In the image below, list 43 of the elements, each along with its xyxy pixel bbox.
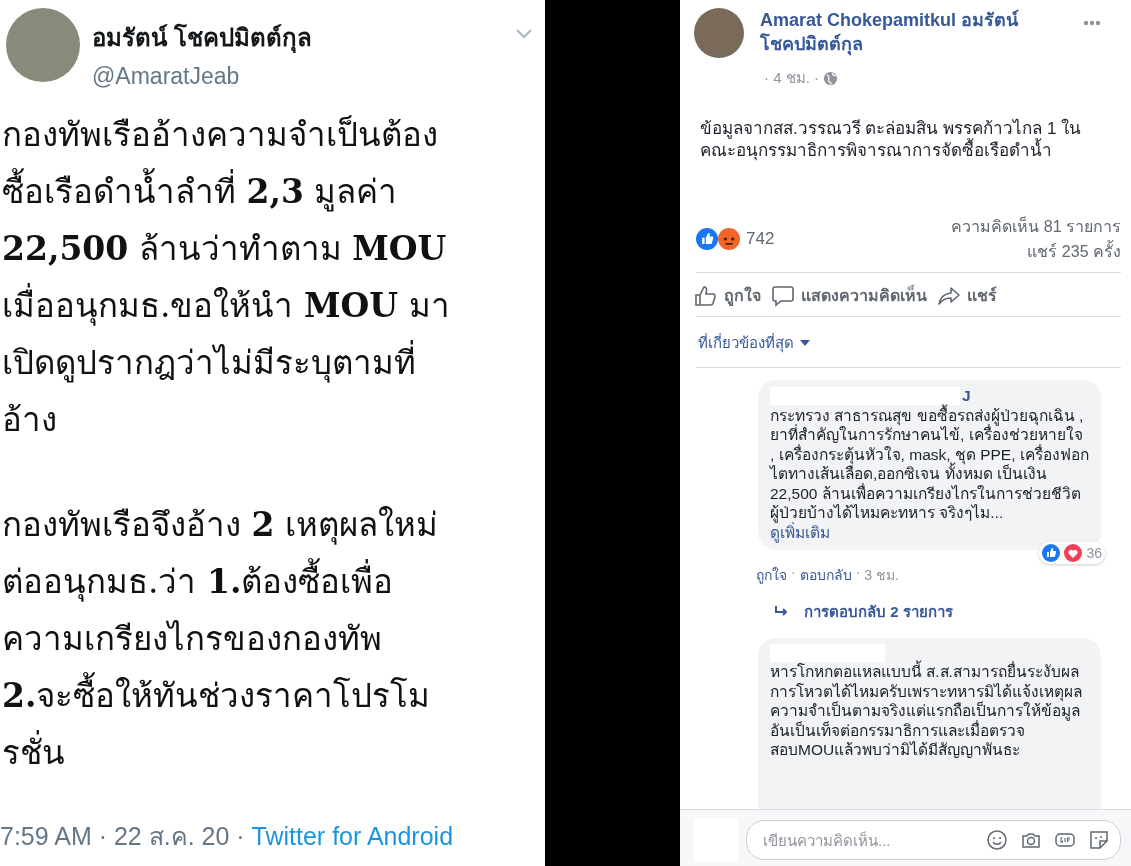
tweet-timestamp: 7:59 AM · 22 ส.ค. 20 · <box>0 822 245 850</box>
reaction-count: 36 <box>1086 545 1102 561</box>
author-handle: @AmaratJeab <box>92 63 241 90</box>
separator-dot: · <box>855 564 861 582</box>
reaction-count[interactable]: 742 <box>746 229 775 249</box>
sort-dropdown[interactable]: ที่เกี่ยวข้องที่สุด <box>698 331 794 355</box>
comment-time: 3 ชม. <box>864 566 899 585</box>
heart-reaction-icon <box>1064 544 1083 562</box>
replies-link[interactable]: การตอบกลับ 2 รายการ <box>804 600 953 624</box>
comment-input-field[interactable]: เขียนความคิดเห็น... <box>761 830 974 850</box>
post-text: ข้อมูลจากสส.วรรณวรี ตะล่อมสิน พรรคก้าวไกล 1 ในคณะอนุกรรมาธิการพิจารณาการจัดซื้อเรือดำน้ำ <box>700 118 1083 162</box>
source-link[interactable]: Twitter for Android <box>251 822 454 850</box>
globe-icon <box>823 70 838 86</box>
comment-author[interactable]: J <box>962 386 971 406</box>
shares-count[interactable]: แชร์ 235 ครั้ง <box>951 239 1121 264</box>
comment-text: กระทรวง สาธารณสุข ขอซื้อรถส่งผู้ป่วยฉุกเฉิน , ยาที่สำคัญในการรักษาคนไข้, เครื่องช่วยหายใจ , เครื่องกระตุ้นหัวใจ, mask, ชุด PPE, เครื่องฟอกไตทางเส้นเลือด,ออกซิเจน ทั้งหมด เป็นเงิน 22,500 ล้านเพื่อความเกรียงไกรในการช่วยชีวิตผู้ป่วยบ้างได้ไหมคะทหาร จริงๆไม... <box>770 405 1089 523</box>
reply-arrow-icon <box>774 606 790 618</box>
sticker-icon[interactable] <box>1088 829 1110 851</box>
tweet-text: กองทัพเรือจึงอ้าง 2 เหตุผลใหม่ ต่ออนุกมธ.ว่า 1.ต้องซื้อเพื่อ ความเกรียงไกรของกองทัพ 2.จะซื้อให้ทันช่วงราคาโปรโม รชั่น <box>2 504 439 774</box>
author-name: อมรัตน์ โชคปมิตต์กุล <box>92 22 313 55</box>
comments-count[interactable]: ความคิดเห็น 81 รายการ <box>951 214 1121 239</box>
smiley-icon[interactable] <box>986 829 1008 851</box>
like-reaction-icon <box>696 228 718 250</box>
share-button[interactable]: แชร์ <box>937 283 997 308</box>
author-name[interactable]: Amarat Chokepamitkul อมรัตน์ โชคปมิตต์กุล <box>760 8 1045 58</box>
thumbs-up-icon <box>694 284 718 307</box>
reaction-badge[interactable]: 36 <box>1039 542 1105 564</box>
separator-dot: · <box>791 564 796 582</box>
speech-bubble-icon <box>771 284 795 307</box>
caret-icon[interactable] <box>800 340 810 346</box>
comment-button[interactable]: แสดงความคิดเห็น <box>771 283 927 308</box>
avatar-photo-placeholder <box>694 8 744 58</box>
see-more-link[interactable]: ดูเพิ่มเติม <box>770 522 1089 542</box>
comment-text: หารโกหกตอแหลแบบนี้ ส.ส.สามารถยื่นระงับผลการโหวตได้ไหมครับเพราะทหารมิได้แจ้งเหตุผลความจำเป็นตามจริงแต่แรกถือเป็นการให้ข้อมูลอันเป็นเท็จต่อกรรมาธิการและเมื่อตรวจสอบMOUแล้วพบว่ามิได้มีสัญญาพันธะ <box>770 662 1089 760</box>
tweet-text: กองทัพเรืออ้างความจำเป็นต้อง ซื้อเรือดำน้ำลำที่ 2,3 มูลค่า 22,500 ล้านว่าทำตาม MOU เมื่ออนุกมธ.ขอให้นำ MOU มา เปิดดูปรากฎว่าไม่มีระบุตามที่ อ้าง <box>2 114 451 441</box>
like-link[interactable]: ถูกใจ <box>756 564 787 586</box>
like-button[interactable]: ถูกใจ <box>694 283 761 308</box>
reply-link[interactable]: ตอบกลับ <box>799 564 852 586</box>
angry-reaction-icon <box>718 228 740 250</box>
like-reaction-icon <box>1042 544 1061 562</box>
share-arrow-icon <box>937 284 961 307</box>
comment-field[interactable]: เขียนความคิดเห็น... <box>746 820 1121 860</box>
more-options-icon[interactable] <box>1083 20 1101 26</box>
